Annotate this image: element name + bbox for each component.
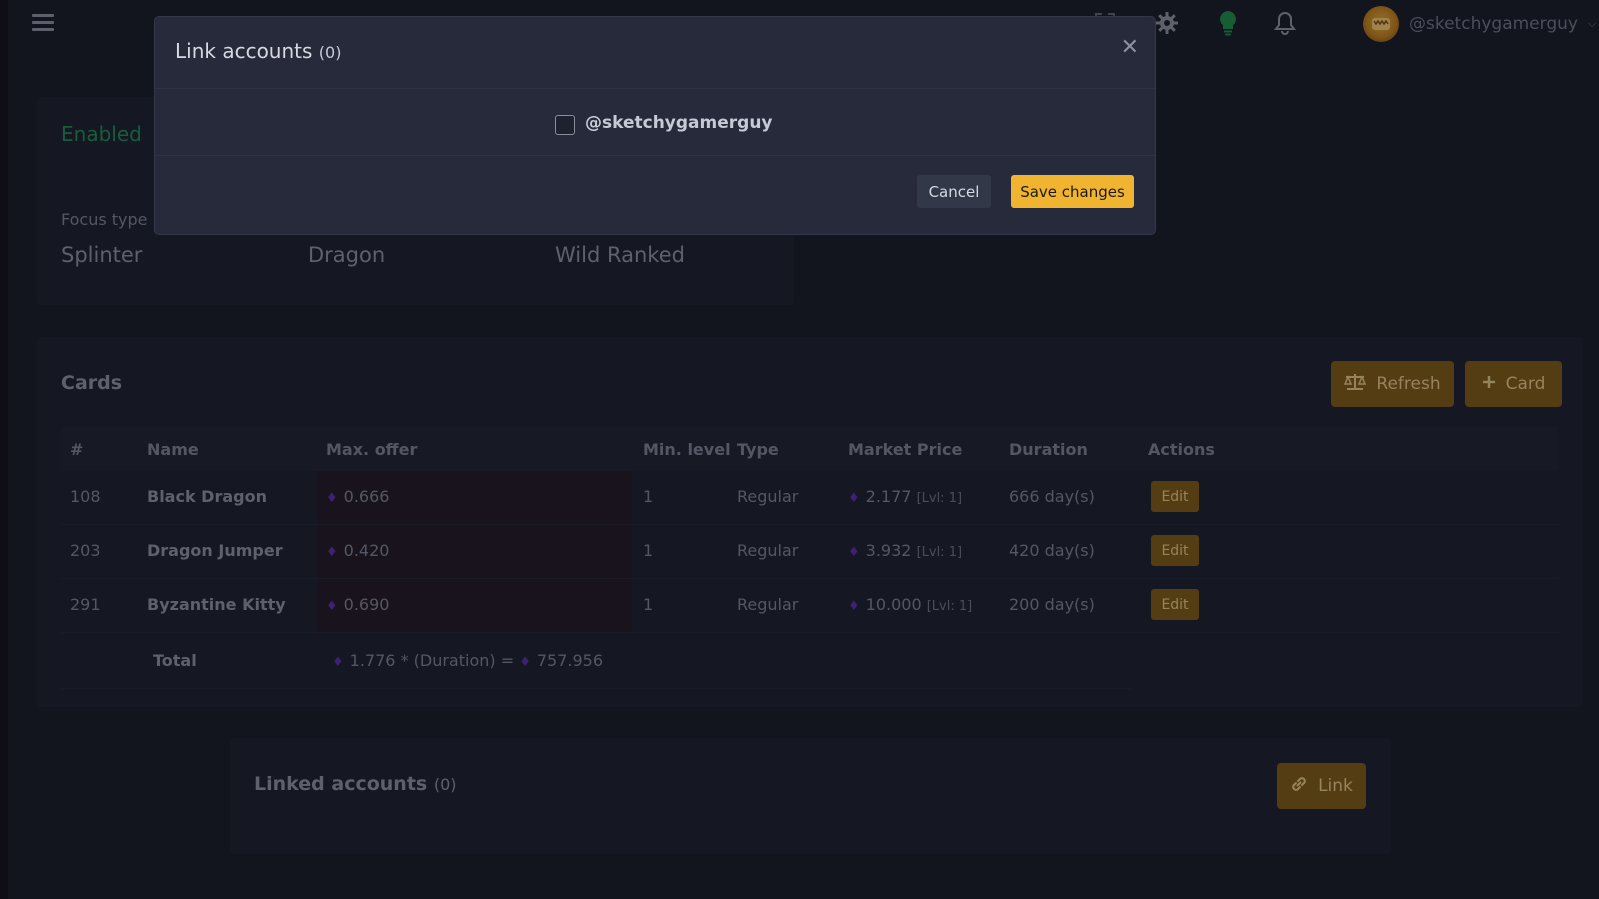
modal-body: @sketchygamerguy — [155, 89, 1155, 156]
save-changes-button[interactable]: Save changes — [1011, 175, 1134, 208]
account-checkbox[interactable] — [555, 115, 575, 135]
modal-header: Link accounts (0) ✕ — [155, 17, 1155, 89]
cancel-button[interactable]: Cancel — [917, 175, 991, 208]
close-icon[interactable]: ✕ — [1121, 35, 1139, 60]
modal-title: Link accounts (0) — [175, 39, 342, 63]
link-accounts-modal: Link accounts (0) ✕ @sketchygamerguy Can… — [154, 16, 1156, 235]
account-checkbox-label[interactable]: @sketchygamerguy — [585, 113, 773, 133]
